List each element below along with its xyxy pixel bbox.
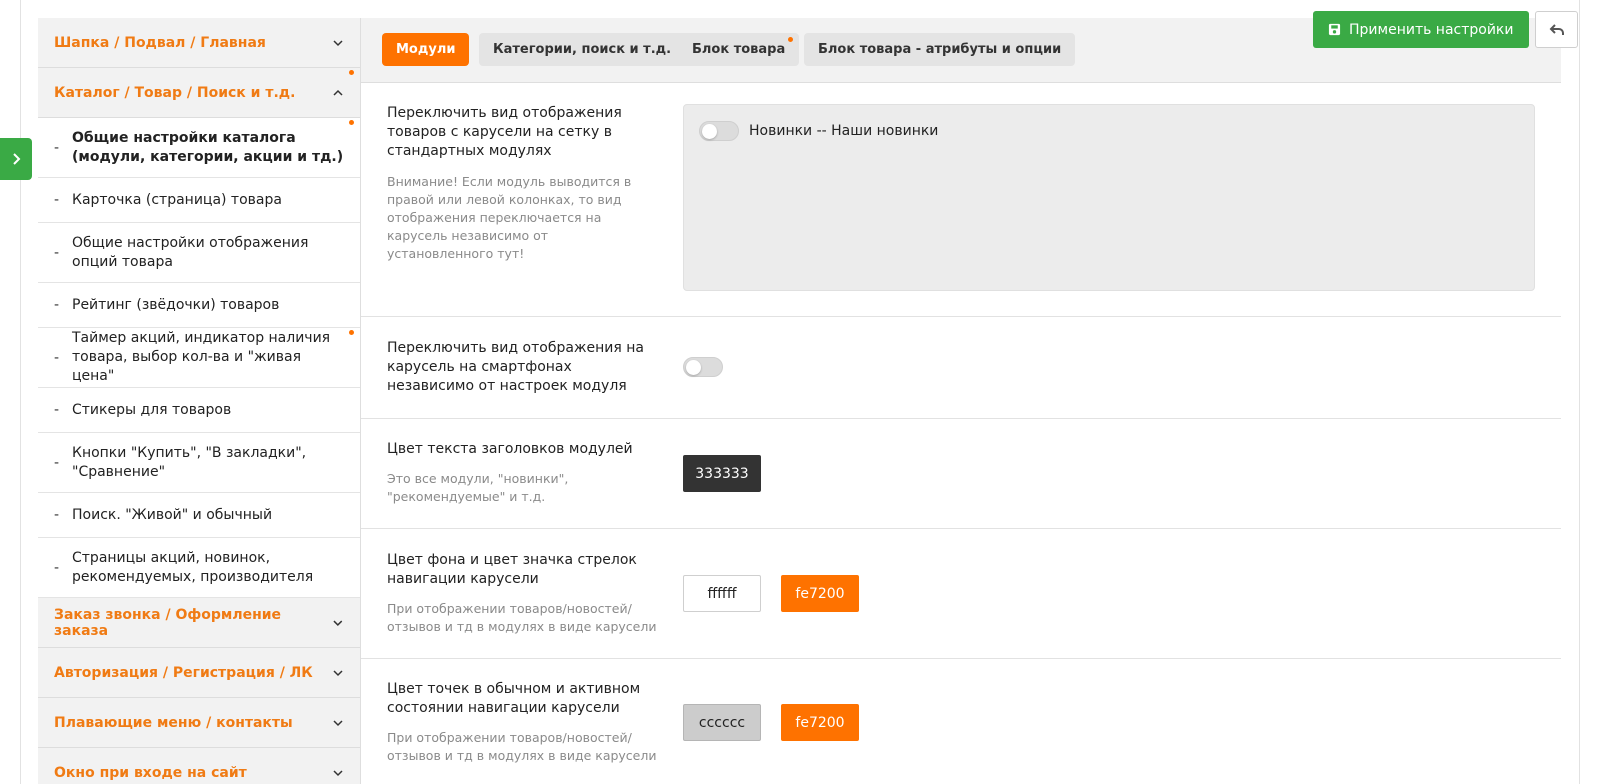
module-toggle-switch[interactable] <box>699 121 739 141</box>
change-indicator-dot <box>349 70 354 75</box>
tab-product-attributes[interactable]: Блок товара - атрибуты и опции <box>804 33 1076 66</box>
setting-hint: При отображении товаров/новостей/отзывов… <box>387 730 657 763</box>
sidebar-section-label: Заказ звонка / Оформление заказа <box>54 606 282 639</box>
setting-row-arrows-color: Цвет фона и цвет значка стрелок навигаци… <box>361 529 1561 659</box>
color-value: fe7200 <box>795 585 845 602</box>
sidebar-item-label: Кнопки "Купить", "В закладки", "Сравнени… <box>72 444 307 480</box>
save-icon <box>1328 23 1341 36</box>
sidebar-item-label: Поиск. "Живой" и обычный <box>72 506 273 523</box>
chevron-down-icon <box>333 669 343 676</box>
setting-hint: При отображении товаров/новостей/отзывов… <box>387 601 657 634</box>
mobile-carousel-toggle[interactable] <box>683 357 723 377</box>
sidebar-item-stickers[interactable]: - Стикеры для товаров <box>38 388 360 433</box>
sidebar-item-timer[interactable]: - Таймер акций, индикатор наличия товара… <box>38 328 360 388</box>
list-dash: - <box>54 349 60 366</box>
sidebar-item-label: Страницы акций, новинок, рекомендуемых, … <box>72 549 314 585</box>
sidebar-section-label: Авторизация / Регистрация / ЛК <box>54 664 313 681</box>
apply-settings-button[interactable]: Применить настройки <box>1313 11 1529 48</box>
sidebar-item-label: Стикеры для товаров <box>72 401 232 418</box>
sidebar-section-catalog[interactable]: Каталог / Товар / Поиск и т.д. <box>38 68 360 118</box>
chevron-down-icon <box>333 719 343 726</box>
setting-hint: Это все модули, "новинки", "рекомендуемы… <box>387 471 569 504</box>
setting-hint: Внимание! Если модуль выводится в правой… <box>387 174 632 261</box>
sidebar-item-options-display[interactable]: - Общие настройки отображения опций това… <box>38 223 360 283</box>
change-indicator-dot <box>788 37 794 42</box>
modules-list-box: Новинки -- Наши новинки <box>683 104 1535 291</box>
list-dash: - <box>54 454 60 471</box>
setting-row-dots-color: Цвет точек в обычном и активном состояни… <box>361 659 1561 784</box>
tab-label: Блок товара - атрибуты и опции <box>818 42 1062 57</box>
chevron-up-icon <box>333 89 343 96</box>
list-dash: - <box>54 244 60 261</box>
list-dash: - <box>54 402 60 418</box>
sidebar-item-buttons[interactable]: - Кнопки "Купить", "В закладки", "Сравне… <box>38 433 360 493</box>
sidebar-section-auth[interactable]: Авторизация / Регистрация / ЛК <box>38 648 360 698</box>
list-dash: - <box>54 297 60 313</box>
sidebar-section-label: Плавающие меню / контакты <box>54 714 293 731</box>
chevron-down-icon <box>333 769 343 776</box>
chevron-down-icon <box>333 39 343 46</box>
sidebar-section-label: Шапка / Подвал / Главная <box>54 34 266 51</box>
sidebar-item-label: Рейтинг (звёдочки) товаров <box>72 296 280 313</box>
setting-label: Цвет точек в обычном и активном состояни… <box>387 681 641 716</box>
list-dash: - <box>54 507 60 523</box>
sidebar-toggle-button[interactable] <box>0 138 32 180</box>
setting-row-heading-color: Цвет текста заголовков модулей Это все м… <box>361 419 1561 529</box>
back-button[interactable] <box>1535 11 1578 48</box>
color-value: cccccc <box>698 714 746 731</box>
sidebar-section-label: Каталог / Товар / Поиск и т.д. <box>54 84 296 101</box>
chevron-right-icon <box>13 153 21 165</box>
setting-row-carousel-grid: Переключить вид отображения товаров с ка… <box>361 84 1561 317</box>
sidebar-item-search[interactable]: - Поиск. "Живой" и обычный <box>38 493 360 538</box>
sidebar-section-entry-popup[interactable]: Окно при входе на сайт <box>38 748 360 784</box>
heading-color-swatch[interactable]: 333333 <box>683 455 761 492</box>
color-value: 333333 <box>695 465 749 482</box>
sidebar-section-header-footer[interactable]: Шапка / Подвал / Главная <box>38 18 360 68</box>
color-value: fe7200 <box>795 714 845 731</box>
arrows-bg-color-swatch[interactable]: ffffff <box>683 575 761 612</box>
color-value: ffffff <box>707 585 737 602</box>
list-dash: - <box>54 559 60 576</box>
change-indicator-dot <box>349 120 354 125</box>
settings-sidebar: Шапка / Подвал / Главная Каталог / Товар… <box>38 18 361 784</box>
chevron-down-icon <box>333 620 343 626</box>
sidebar-item-label: Карточка (страница) товара <box>72 191 282 208</box>
setting-label: Цвет текста заголовков модулей <box>387 441 633 457</box>
list-dash: - <box>54 139 60 156</box>
sidebar-item-label: Таймер акций, индикатор наличия товара, … <box>72 330 331 384</box>
dots-active-color-swatch[interactable]: fe7200 <box>781 704 859 741</box>
sidebar-section-floating-menu[interactable]: Плавающие меню / контакты <box>38 698 360 748</box>
tab-label: Модули <box>396 42 456 57</box>
tab-modules[interactable]: Модули <box>382 33 470 66</box>
dots-normal-color-swatch[interactable]: cccccc <box>683 704 761 741</box>
sidebar-item-catalog-general[interactable]: - Общие настройки каталога (модули, кате… <box>38 118 360 178</box>
apply-settings-label: Применить настройки <box>1349 21 1514 38</box>
sidebar-item-product-card[interactable]: - Карточка (страница) товара <box>38 178 360 223</box>
sidebar-item-label: Общие настройки отображения опций товара <box>72 234 309 270</box>
tab-label: Категории, поиск и т.д. <box>493 42 672 57</box>
setting-label: Цвет фона и цвет значка стрелок навигаци… <box>387 552 637 587</box>
setting-label: Переключить вид отображения на карусель … <box>387 340 645 394</box>
sidebar-sub-list: - Общие настройки каталога (модули, кате… <box>38 118 360 598</box>
module-toggle-row: Новинки -- Наши новинки <box>699 121 938 141</box>
sidebar-section-callback[interactable]: Заказ звонка / Оформление заказа <box>38 598 360 648</box>
sidebar-item-label: Общие настройки каталога (модули, катего… <box>72 129 344 165</box>
tab-product-block[interactable]: Блок товара <box>678 33 800 66</box>
change-indicator-dot <box>349 330 354 335</box>
setting-row-mobile-carousel: Переключить вид отображения на карусель … <box>361 317 1561 419</box>
module-name: Новинки -- Наши новинки <box>749 123 939 139</box>
setting-label: Переключить вид отображения товаров с ка… <box>387 105 622 159</box>
sidebar-item-rating[interactable]: - Рейтинг (звёдочки) товаров <box>38 283 360 328</box>
tab-categories-search[interactable]: Категории, поиск и т.д. <box>479 33 686 66</box>
arrows-icon-color-swatch[interactable]: fe7200 <box>781 575 859 612</box>
sidebar-item-special-pages[interactable]: - Страницы акций, новинок, рекомендуемых… <box>38 538 360 598</box>
sidebar-section-label: Окно при входе на сайт <box>54 764 247 781</box>
undo-icon <box>1549 23 1564 35</box>
list-dash: - <box>54 192 60 208</box>
tab-label: Блок товара <box>692 42 786 57</box>
